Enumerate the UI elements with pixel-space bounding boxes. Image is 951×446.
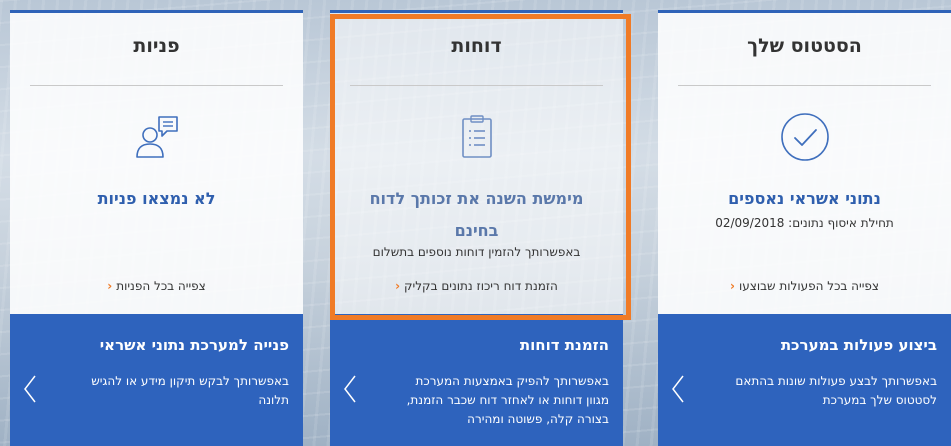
status-card-title: הסטטוס שלך [747,35,862,57]
chevron-left-icon: ‹ [107,279,113,293]
inquiries-bottom-title: פנייה למערכת נתוני אשראי [99,336,289,354]
divider [30,85,283,86]
chevron-left-icon[interactable] [22,374,38,404]
inquiries-bottom-text: באפשרותך לבקש תיקון מידע או להגיש תלונה [91,374,289,407]
inquiries-card-title: פניות [133,35,180,57]
status-bottom-title: ביצוע פעולות במערכת [780,336,937,354]
check-circle-icon [781,113,829,161]
inquiries-link-label: צפייה בכל הפניות [116,279,206,293]
inquiries-card-bottom[interactable]: פנייה למערכת נתוני אשראי באפשרותך לבקש ת… [10,314,303,446]
reports-bottom-text: באפשרותך להפיק באמצעות המערכת מגוון דוחו… [406,374,609,426]
status-subtext: תחילת איסוף נתונים: 02/09/2018 [715,216,894,230]
chevron-left-icon[interactable] [342,374,358,404]
inquiries-headline: לא נמצאו פניות [97,189,216,208]
inquiries-card-top: פניות לא נמצאו פניות צפייה בכל הפניות‹ [10,10,303,314]
status-card-bottom[interactable]: ביצוע פעולות במערכת באפשרותך לבצע פעולות… [658,314,951,446]
status-card-top: הסטטוס שלך נתוני אשראי נאספים תחילת איסו… [658,10,951,314]
highlight-frame [330,14,631,320]
status-link-label: צפייה בכל הפעולות שבוצעו [738,279,880,293]
status-headline: נתוני אשראי נאספים [728,189,881,208]
reports-bottom-title: הזמנת דוחות [519,336,609,354]
chevron-left-icon[interactable] [670,374,686,404]
reports-card-bottom[interactable]: הזמנת דוחות באפשרותך להפיק באמצעות המערכ… [330,314,623,446]
user-message-icon [136,116,178,158]
divider [678,85,931,86]
status-card: הסטטוס שלך נתוני אשראי נאספים תחילת איסו… [658,10,951,446]
inquiries-link[interactable]: צפייה בכל הפניות‹ [25,279,288,293]
status-bottom-text: באפשרותך לבצע פעולות שונות בהתאם לסטטוס … [735,374,937,407]
status-link[interactable]: צפייה בכל הפעולות שבוצעו‹ [673,279,936,293]
chevron-left-icon: ‹ [729,279,735,293]
inquiries-card: פניות לא נמצאו פניות צפייה בכל הפניות‹ פ… [10,10,303,446]
